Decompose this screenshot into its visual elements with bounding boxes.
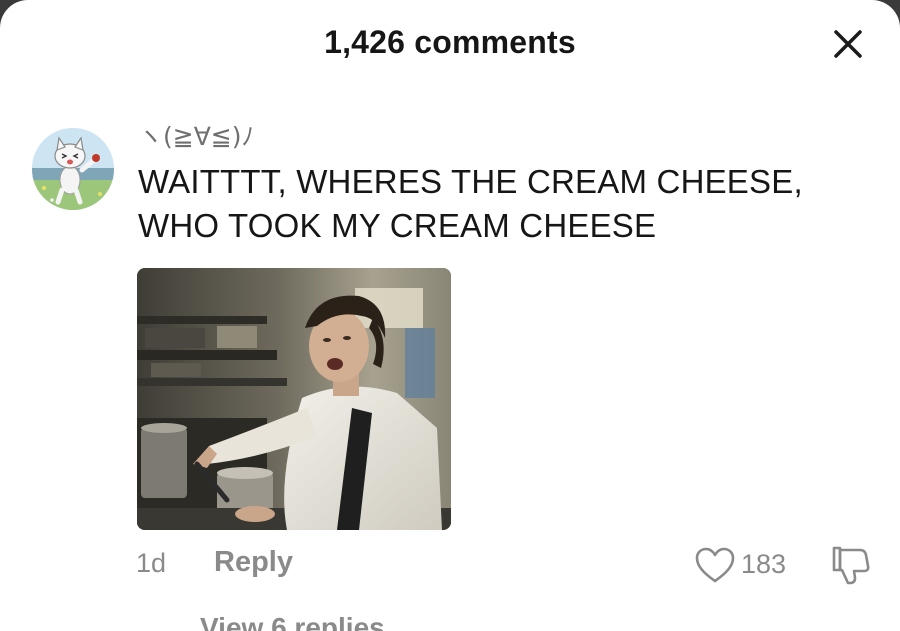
comment-gif-image[interactable] xyxy=(137,268,451,530)
close-button[interactable] xyxy=(828,24,868,64)
comment-text: WAITTTT, WHERES THE CREAM CHEESE, WHO TO… xyxy=(138,160,838,248)
reply-button[interactable]: Reply xyxy=(214,546,293,579)
comment-text-line-2: WHO TOOK MY CREAM CHEESE xyxy=(138,207,657,244)
comment-username[interactable]: ヽ(≧∀≦)ﾉ xyxy=(138,117,254,153)
like-button[interactable] xyxy=(692,543,738,589)
dislike-button[interactable] xyxy=(826,542,872,588)
gif-image-illustration xyxy=(137,268,451,530)
avatar-cat-icon xyxy=(32,128,114,210)
like-count: 183 xyxy=(741,549,787,579)
comments-sheet: 1,426 comments ヽ(≧∀≦)ﾉ WAITTTT, WHERES T… xyxy=(0,0,900,631)
thumbs-down-icon xyxy=(832,546,870,585)
heart-icon xyxy=(695,547,735,583)
comment-timestamp: 1d xyxy=(136,548,167,578)
view-replies-button[interactable]: View 6 replies xyxy=(200,612,385,631)
comments-count-title: 1,426 comments xyxy=(324,24,576,60)
avatar[interactable] xyxy=(32,128,114,210)
close-icon xyxy=(834,30,862,58)
comment-text-line-1: WAITTTT, WHERES THE CREAM CHEESE, xyxy=(138,163,803,200)
